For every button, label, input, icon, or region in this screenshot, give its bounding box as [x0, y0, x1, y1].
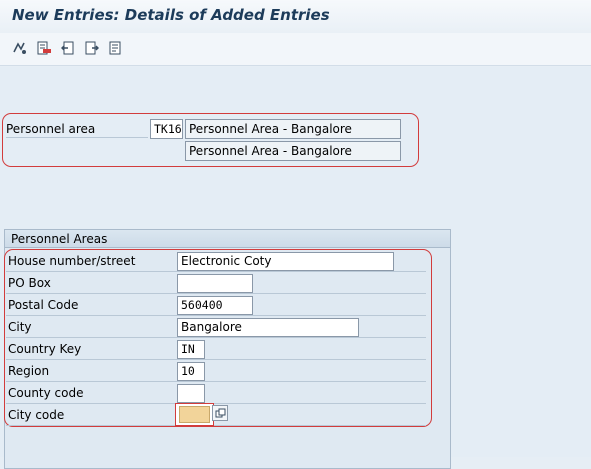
previous-entry-icon[interactable]	[59, 39, 77, 57]
region-input[interactable]: 10	[177, 362, 205, 381]
personnel-area-label: Personnel area	[6, 122, 96, 136]
group-title: Personnel Areas	[5, 230, 450, 248]
application-toolbar	[0, 33, 591, 66]
city-code-search-help-button[interactable]	[212, 405, 228, 421]
region-row: Region 10	[6, 360, 426, 382]
country-key-row: Country Key IN	[6, 338, 426, 360]
country-key-label: Country Key	[8, 342, 82, 356]
po-box-input[interactable]	[177, 274, 253, 293]
value-help-icon	[215, 408, 225, 417]
county-code-row: County code	[6, 382, 426, 404]
city-code-label: City code	[8, 408, 65, 422]
city-input[interactable]: Bangalore	[177, 318, 359, 337]
county-code-input[interactable]	[177, 384, 205, 403]
house-number-input[interactable]: Electronic Coty	[177, 252, 394, 271]
display-change-icon[interactable]	[11, 39, 29, 57]
details-icon[interactable]	[106, 39, 124, 57]
city-row: City Bangalore	[6, 316, 426, 338]
po-box-label: PO Box	[8, 276, 51, 290]
region-label: Region	[8, 364, 50, 378]
country-key-input[interactable]: IN	[177, 340, 205, 359]
postal-code-label: Postal Code	[8, 298, 79, 312]
county-code-label: County code	[8, 386, 84, 400]
personnel-area-text-2: Personnel Area - Bangalore	[185, 141, 401, 161]
delete-icon[interactable]	[35, 39, 53, 57]
postal-code-input[interactable]: 560400	[177, 296, 253, 315]
personnel-area-text: Personnel Area - Bangalore	[185, 119, 401, 139]
house-number-row: House number/street Electronic Coty	[6, 250, 426, 272]
label-underline	[6, 137, 148, 138]
po-box-row: PO Box	[6, 272, 426, 294]
page-title: New Entries: Details of Added Entries	[12, 6, 330, 24]
city-label: City	[8, 320, 32, 334]
next-entry-icon[interactable]	[83, 39, 101, 57]
personnel-area-input[interactable]: TK16	[150, 119, 183, 139]
title-bar: New Entries: Details of Added Entries	[0, 0, 591, 33]
city-code-input[interactable]	[179, 406, 210, 423]
house-number-label: House number/street	[8, 254, 136, 268]
postal-code-row: Postal Code 560400	[6, 294, 426, 316]
